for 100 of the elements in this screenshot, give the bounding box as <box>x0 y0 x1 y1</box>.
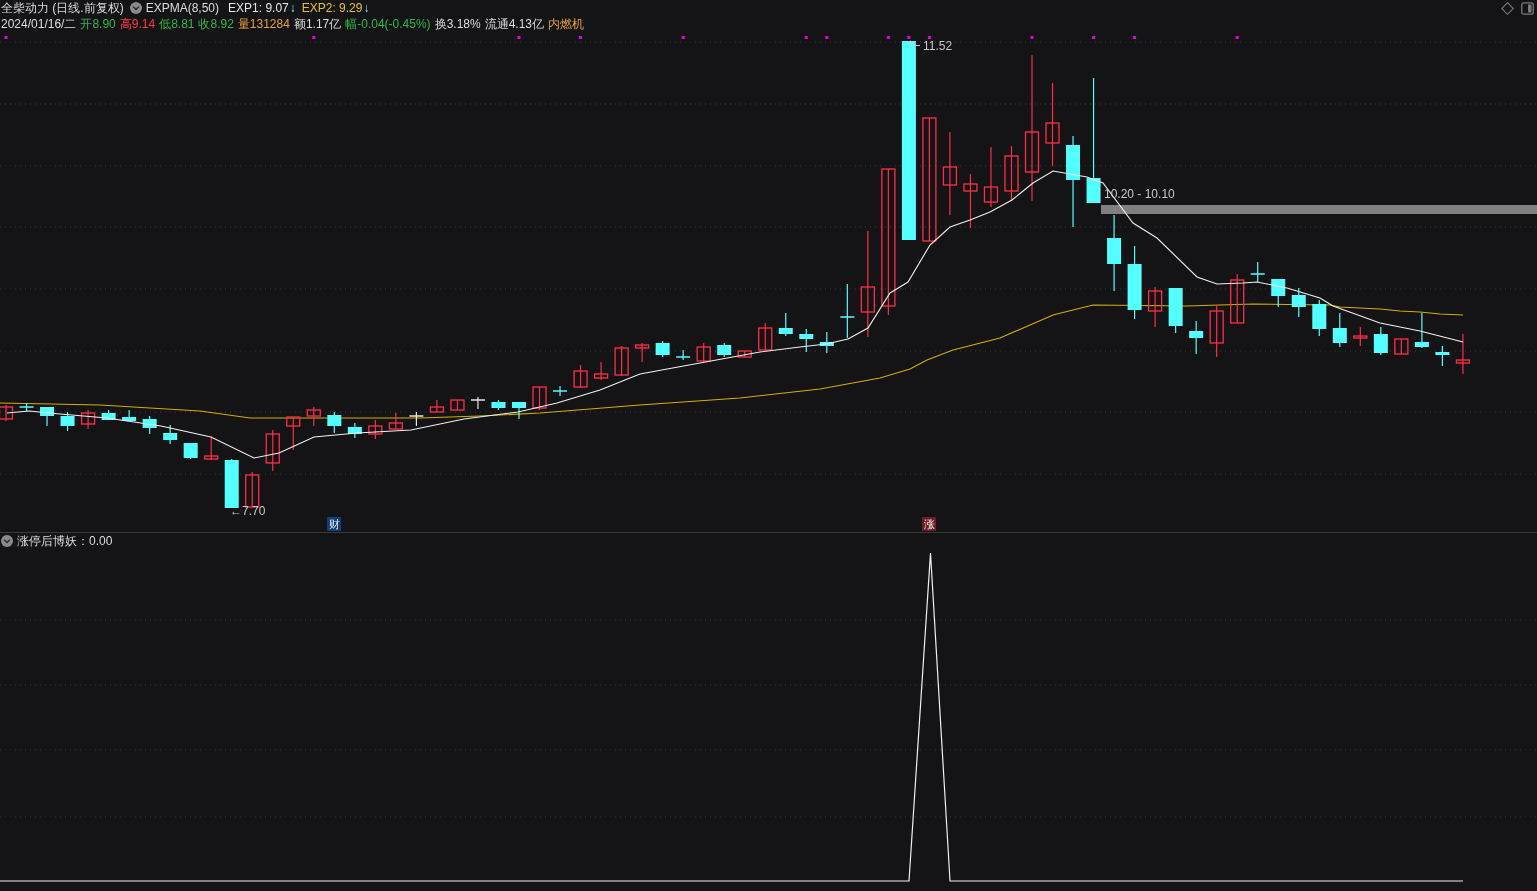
candle <box>573 364 588 389</box>
dropdown-icon[interactable] <box>1 535 13 547</box>
candle <box>286 416 301 451</box>
candle <box>18 402 35 412</box>
marker-icon <box>825 36 829 39</box>
quote-field: 额1.17亿 <box>293 17 342 31</box>
candle <box>388 412 404 430</box>
candle <box>265 429 280 472</box>
candle <box>1291 287 1306 318</box>
marker-icon <box>517 36 521 39</box>
candle <box>450 399 465 411</box>
candle <box>122 409 137 422</box>
high-price-label: 11.52 <box>923 40 953 53</box>
marker-icon <box>1030 36 1034 39</box>
candle <box>614 345 629 377</box>
candle <box>532 386 547 411</box>
candle <box>1249 261 1266 283</box>
candle <box>1209 304 1224 358</box>
candle <box>429 399 445 413</box>
marker-icon <box>312 36 316 39</box>
chart-title: 全柴动力 (日线.前复权) <box>1 1 124 15</box>
indicator-value: EXP2: 9.29 <box>301 1 363 15</box>
candle <box>347 422 362 439</box>
candle <box>819 331 834 354</box>
candle <box>204 436 219 461</box>
candle <box>1373 326 1388 356</box>
candle <box>101 409 116 421</box>
candle <box>408 411 425 427</box>
event-tag: 涨 <box>922 517 937 531</box>
candle <box>80 409 96 430</box>
candle <box>1168 287 1183 334</box>
candle <box>778 312 793 337</box>
trend-arrow: ↓ <box>363 1 370 15</box>
marker-icon <box>1133 36 1137 39</box>
candle <box>40 406 55 427</box>
quote-field: 低8.81 <box>159 17 195 31</box>
quote-field: 2024/01/16/二 <box>1 17 77 31</box>
candle <box>470 396 486 410</box>
candle <box>552 385 568 397</box>
candle <box>142 415 157 435</box>
candle <box>0 404 14 422</box>
candle <box>368 419 383 440</box>
candle <box>245 471 260 508</box>
candle <box>163 424 178 445</box>
candle <box>1312 299 1327 337</box>
marker-icon <box>927 36 931 39</box>
candle <box>1004 145 1019 202</box>
candle <box>512 401 526 420</box>
candle <box>593 361 609 381</box>
candle <box>634 342 650 363</box>
candle <box>1271 278 1286 308</box>
candle <box>758 322 773 352</box>
marker-icon <box>1235 36 1239 39</box>
candle <box>799 328 814 353</box>
candle <box>1189 320 1204 355</box>
candle <box>1414 312 1429 349</box>
candle <box>1332 312 1347 348</box>
side-panel-icon[interactable] <box>1521 1 1534 15</box>
arrow-icon <box>909 40 921 47</box>
candle <box>1230 273 1245 324</box>
marker-icon <box>804 36 808 39</box>
marker-icon <box>886 36 890 39</box>
candle <box>1435 345 1450 367</box>
quote-field: 高9.14 <box>119 17 156 31</box>
indicator-name: EXPMA(8,50) <box>145 1 220 15</box>
candle <box>737 350 752 358</box>
dropdown-icon[interactable] <box>129 2 142 14</box>
candle <box>1353 326 1368 347</box>
marker-icon <box>681 36 685 39</box>
quote-field: 收8.92 <box>198 17 234 31</box>
marker-icon <box>1092 36 1096 39</box>
candle <box>1394 338 1409 355</box>
candle <box>306 406 321 427</box>
candle <box>60 411 75 432</box>
candle <box>491 399 506 411</box>
quote-field: 换3.18% <box>434 17 481 31</box>
candle <box>717 342 732 358</box>
quote-field: 幅-0.04(-0.45%) <box>345 17 431 31</box>
diamond-icon[interactable] <box>1501 1 1514 15</box>
quote-field: 开8.90 <box>80 17 116 31</box>
quote-field: 流通4.13亿 <box>484 17 544 31</box>
candle <box>1147 286 1163 328</box>
candle <box>696 342 711 363</box>
low-price-label: ←7.70 <box>230 505 266 518</box>
candle <box>983 146 999 208</box>
candle <box>1455 333 1471 375</box>
marker-icon <box>579 36 583 39</box>
candle <box>183 442 198 460</box>
indicator-value: EXP1: 9.07 <box>228 1 289 15</box>
indicator-title: 涨停后博妖：0.00 <box>17 534 113 548</box>
quote-field: 量131284 <box>237 17 290 31</box>
marker-icon <box>4 36 8 39</box>
quote-field: 内燃机 <box>548 17 584 31</box>
event-tag: 财 <box>327 517 342 531</box>
marker-icon <box>907 36 911 39</box>
candle <box>675 349 691 361</box>
candle <box>839 283 856 339</box>
trend-arrow: ↓ <box>289 1 296 15</box>
candle <box>963 173 978 229</box>
candle <box>655 340 670 358</box>
